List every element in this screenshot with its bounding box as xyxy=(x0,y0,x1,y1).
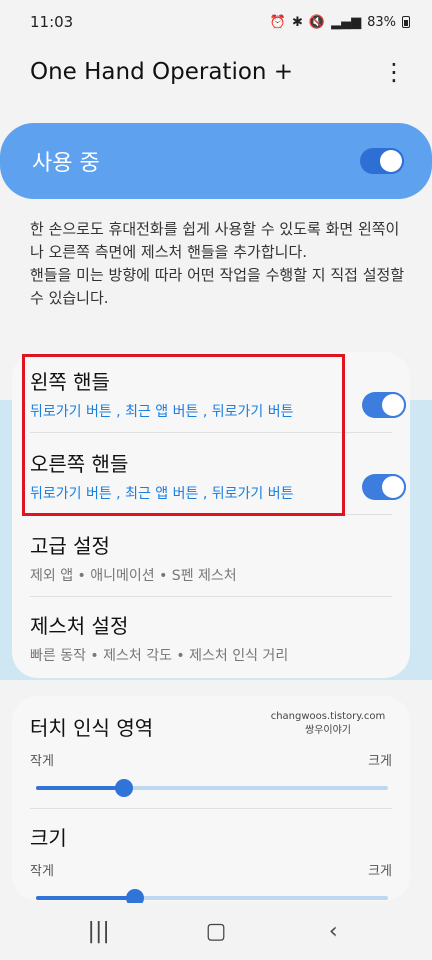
recent-apps-icon[interactable]: ||| xyxy=(79,919,119,944)
battery-percent: 83% xyxy=(367,14,396,30)
master-switch-bar[interactable]: 사용 중 xyxy=(0,123,432,199)
toggle-knob xyxy=(382,394,404,416)
battery-icon xyxy=(402,16,410,28)
size-min-label: 작게 xyxy=(30,864,54,879)
touch-area-slider[interactable] xyxy=(36,779,388,797)
watermark: changwoos.tistory.com 쌍우이야기 xyxy=(258,710,398,738)
master-toggle[interactable] xyxy=(360,148,404,174)
description-line-1: 한 손으로도 휴대전화를 쉽게 사용할 수 있도록 화면 왼쪽이나 오른쪽 측면… xyxy=(30,220,400,261)
advanced-settings-summary: 제외 앱 • 애니메이션 • S펜 제스처 xyxy=(30,568,237,584)
divider xyxy=(30,596,392,597)
toggle-knob xyxy=(382,476,404,498)
navigation-bar: ||| ▢ ‹ xyxy=(0,903,432,960)
status-bar: 11:03 ⏰ ✱ 🔇 ▂▄▆ 83% xyxy=(0,0,432,44)
description: 한 손으로도 휴대전화를 쉽게 사용할 수 있도록 화면 왼쪽이나 오른쪽 측면… xyxy=(30,218,410,310)
page-title: One Hand Operation + xyxy=(30,59,294,85)
left-handle-toggle[interactable] xyxy=(362,392,406,418)
size-labels: 작게 크게 xyxy=(12,860,410,879)
status-icons: ⏰ ✱ 🔇 ▂▄▆ 83% xyxy=(270,15,410,30)
home-icon[interactable]: ▢ xyxy=(196,919,236,944)
advanced-settings-title: 고급 설정 xyxy=(30,534,110,558)
gesture-settings-row[interactable]: 제스처 설정 빠른 동작 • 제스처 각도 • 제스처 인식 거리 xyxy=(12,610,410,665)
mute-icon: 🔇 xyxy=(308,14,326,30)
gesture-settings-summary: 빠른 동작 • 제스처 각도 • 제스처 인식 거리 xyxy=(30,648,289,664)
gesture-settings-title: 제스처 설정 xyxy=(30,614,129,638)
alarm-icon: ⏰ xyxy=(269,14,286,30)
bluetooth-icon: ✱ xyxy=(292,14,303,30)
description-line-2: 핸들을 미는 방향에 따라 어떤 작업을 수행할 지 직접 설정할 수 있습니다… xyxy=(30,266,405,307)
more-vert-icon[interactable]: ⋮ xyxy=(382,60,406,84)
size-row: 크기 xyxy=(12,822,410,851)
size-max-label: 크게 xyxy=(368,864,392,879)
app-bar: One Hand Operation + ⋮ xyxy=(0,44,432,100)
toggle-knob xyxy=(380,150,402,172)
slider-fill xyxy=(36,786,124,790)
right-handle-toggle[interactable] xyxy=(362,474,406,500)
signal-icon: ▂▄▆ xyxy=(331,14,362,30)
master-switch-label: 사용 중 xyxy=(32,151,100,176)
size-title: 크기 xyxy=(30,826,67,850)
touch-area-min-label: 작게 xyxy=(30,754,54,769)
watermark-name: 쌍우이야기 xyxy=(305,725,351,736)
touch-area-labels: 작게 크게 xyxy=(12,750,410,769)
slider-thumb[interactable] xyxy=(115,779,133,797)
back-icon[interactable]: ‹ xyxy=(313,919,353,944)
advanced-settings-row[interactable]: 고급 설정 제외 앱 • 애니메이션 • S펜 제스처 xyxy=(12,530,410,585)
watermark-url: changwoos.tistory.com xyxy=(270,711,386,722)
slider-fill xyxy=(36,896,135,900)
divider xyxy=(30,808,392,809)
status-time: 11:03 xyxy=(30,13,74,31)
touch-area-max-label: 크게 xyxy=(368,754,392,769)
size-slider[interactable] xyxy=(36,889,388,907)
highlight-box xyxy=(22,354,345,516)
